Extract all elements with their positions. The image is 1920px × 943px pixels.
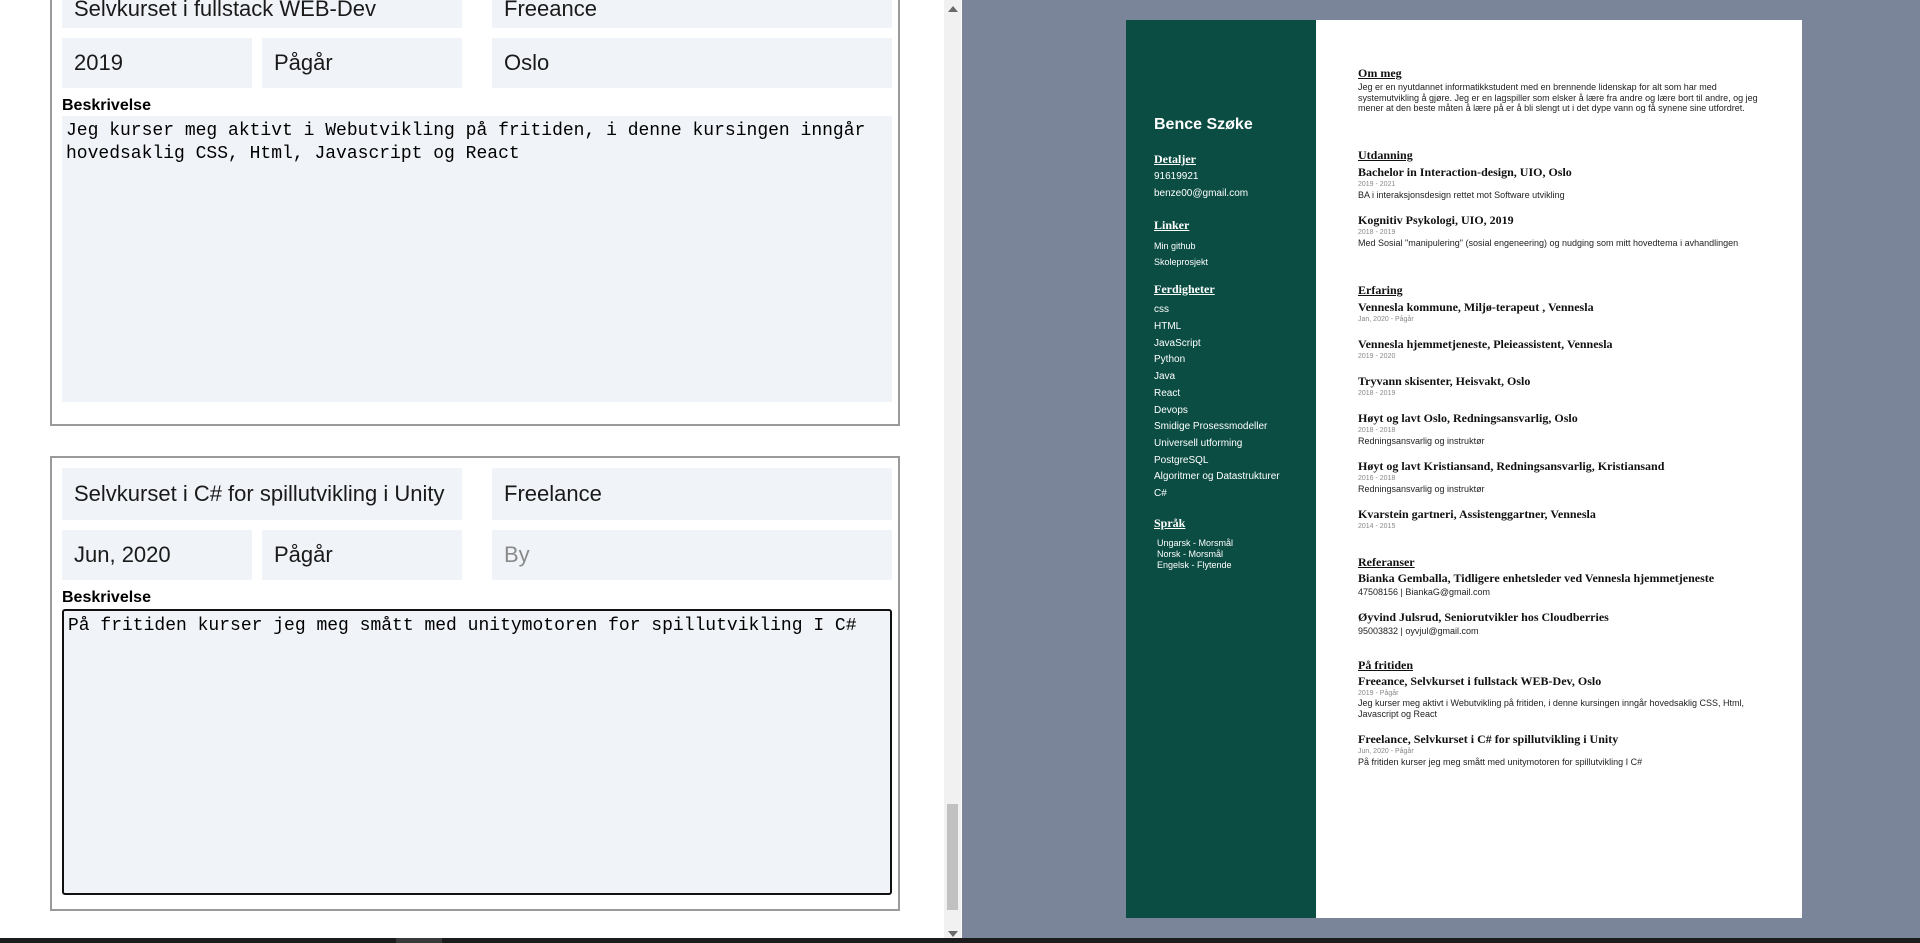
experience-date: Jan, 2020 - Pågår	[1358, 316, 1414, 323]
city-input[interactable]: By	[492, 530, 892, 580]
languages-heading: Språk	[1154, 516, 1186, 530]
phone-text: 91619921	[1154, 171, 1199, 182]
education-title: Bachelor in Interaction-design, UIO, Osl…	[1358, 165, 1572, 179]
language-item: Norsk - Morsmål	[1157, 549, 1224, 559]
experience-text: Redningsansvarlig og instruktør	[1358, 484, 1485, 494]
start-date-input[interactable]: Jun, 2020	[62, 530, 252, 580]
leisure-text: Jeg kurser meg aktivt i Webutvikling på …	[1358, 698, 1745, 719]
taskbar-strip	[0, 938, 1920, 943]
education-date: 2018 - 2019	[1358, 229, 1396, 236]
cv-page: Bence Szøke Detaljer 91619921 benze00@gm…	[1126, 20, 1802, 918]
link-github[interactable]: Min github	[1154, 241, 1196, 251]
leisure-entry-card-1: Selvkurset i fullstack WEB-Dev Freeance …	[50, 0, 900, 426]
experience-title: Høyt og lavt Kristiansand, Redningsansva…	[1358, 459, 1665, 473]
about-heading: Om meg	[1358, 66, 1402, 80]
skill-item: Smidige Prosessmodeller	[1154, 421, 1268, 432]
experience-text: Redningsansvarlig og instruktør	[1358, 436, 1485, 446]
title-input[interactable]: Selvkurset i C# for spillutvikling i Uni…	[62, 468, 462, 520]
references-heading: Referanser	[1358, 555, 1415, 569]
reference-contact: 95003832 | oyvjul@gmail.com	[1358, 626, 1479, 636]
skill-item: Universell utforming	[1154, 438, 1243, 449]
cv-sidebar: Bence Szøke Detaljer 91619921 benze00@gm…	[1126, 20, 1316, 918]
link-school-project[interactable]: Skoleprosjekt	[1154, 257, 1208, 267]
reference-contact: 47508156 | BiankaG@gmail.com	[1358, 587, 1491, 597]
title-input[interactable]: Selvkurset i fullstack WEB-Dev	[62, 0, 462, 28]
experience-title: Høyt og lavt Oslo, Redningsansvarlig, Os…	[1358, 411, 1578, 425]
language-item: Engelsk - Flytende	[1157, 560, 1232, 570]
skill-item: PostgreSQL	[1154, 455, 1209, 466]
skill-item: css	[1154, 304, 1169, 315]
cv-preview-pane: Bence Szøke Detaljer 91619921 benze00@gm…	[962, 0, 1920, 943]
end-date-input[interactable]: Pågår	[262, 530, 462, 580]
leisure-date: 2019 - Pågår	[1358, 690, 1399, 697]
experience-date: 2018 - 2019	[1358, 390, 1396, 397]
scroll-up-arrow-icon[interactable]	[948, 6, 958, 12]
taskbar-segment	[396, 938, 442, 943]
skills-heading: Ferdigheter	[1154, 282, 1215, 296]
cv-name: Bence Szøke	[1154, 116, 1253, 133]
experience-title: Tryvann skisenter, Heisvakt, Oslo	[1358, 374, 1531, 388]
cv-editor-pane: Selvkurset i fullstack WEB-Dev Freeance …	[0, 0, 944, 943]
scroll-down-arrow-icon[interactable]	[948, 931, 958, 937]
education-title: Kognitiv Psykologi, UIO, 2019	[1358, 213, 1514, 227]
leisure-title: Freeance, Selvkurset i fullstack WEB-Dev…	[1358, 674, 1602, 688]
leisure-title: Freelance, Selvkurset i C# for spillutvi…	[1358, 732, 1619, 746]
leisure-heading: På fritiden	[1358, 658, 1413, 672]
description-textarea[interactable]: Jeg kurser meg aktivt i Webutvikling på …	[62, 116, 892, 402]
skill-item: Java	[1154, 371, 1176, 382]
reference-title: Øyvind Julsrud, Seniorutvikler hos Cloud…	[1358, 610, 1609, 624]
language-item: Ungarsk - Morsmål	[1157, 538, 1234, 548]
description-label: Beskrivelse	[62, 589, 151, 606]
description-label: Beskrivelse	[62, 97, 151, 114]
experience-date: 2014 - 2015	[1358, 523, 1396, 530]
reference-title: Bianka Gemballa, Tidligere enhetsleder v…	[1358, 571, 1715, 585]
leisure-date: Jun, 2020 - Pågår	[1358, 748, 1414, 755]
details-heading: Detaljer	[1154, 152, 1196, 166]
editor-scrollbar[interactable]	[944, 0, 961, 943]
education-date: 2019 - 2021	[1358, 181, 1396, 188]
links-heading: Linker	[1154, 218, 1190, 232]
leisure-entry-card-2: Selvkurset i C# for spillutvikling i Uni…	[50, 456, 900, 911]
start-date-input[interactable]: 2019	[62, 38, 252, 88]
skill-item: React	[1154, 388, 1181, 399]
email-text: benze00@gmail.com	[1154, 188, 1249, 199]
end-date-input[interactable]: Pågår	[262, 38, 462, 88]
experience-title: Vennesla hjemmetjeneste, Pleieassistent,…	[1358, 337, 1613, 351]
employer-input[interactable]: Freelance	[492, 468, 892, 520]
skill-item: Algoritmer og Datastrukturer	[1154, 471, 1280, 482]
experience-title: Vennesla kommune, Miljø-terapeut , Venne…	[1358, 300, 1594, 314]
scrollbar-thumb[interactable]	[947, 804, 958, 910]
description-textarea[interactable]: På fritiden kurser jeg meg smått med uni…	[62, 609, 892, 895]
skill-item: Devops	[1154, 405, 1188, 416]
education-heading: Utdanning	[1358, 148, 1413, 162]
skill-item: HTML	[1154, 321, 1182, 332]
skill-item: JavaScript	[1154, 338, 1201, 349]
experience-title: Kvarstein gartneri, Assistenggartner, Ve…	[1358, 507, 1596, 521]
employer-input[interactable]: Freeance	[492, 0, 892, 28]
experience-heading: Erfaring	[1358, 283, 1403, 297]
about-text: Jeg er en nyutdannet informatikkstudent …	[1358, 82, 1758, 113]
leisure-text: På fritiden kurser jeg meg smått med uni…	[1358, 757, 1643, 767]
city-input[interactable]: Oslo	[492, 38, 892, 88]
skill-item: Python	[1154, 354, 1186, 365]
education-text: BA i interaksjonsdesign rettet mot Softw…	[1358, 190, 1565, 200]
skill-item: C#	[1154, 488, 1167, 499]
education-text: Med Sosial "manipulering" (sosial engene…	[1358, 238, 1739, 248]
experience-date: 2019 - 2020	[1358, 353, 1396, 360]
experience-date: 2016 - 2018	[1358, 475, 1396, 482]
experience-date: 2018 - 2018	[1358, 427, 1396, 434]
